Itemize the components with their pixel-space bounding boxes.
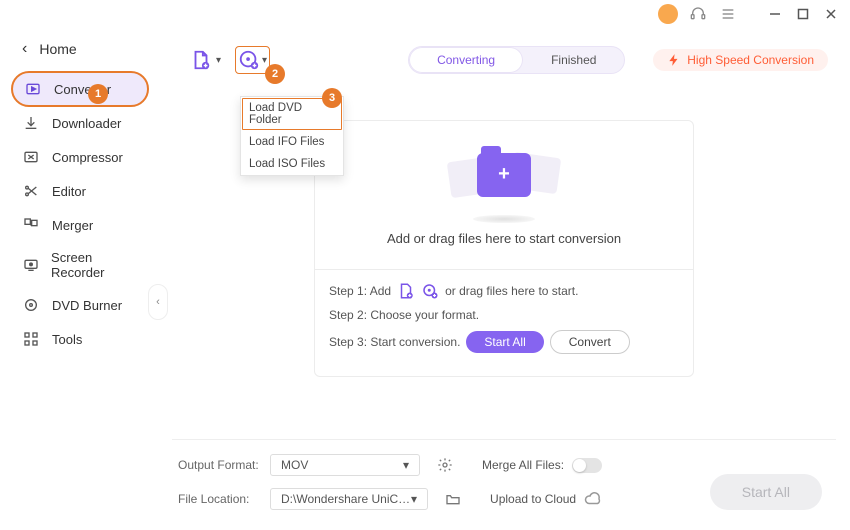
step1-pre: Step 1: Add — [329, 284, 391, 298]
recorder-icon — [22, 256, 39, 274]
sidebar-item-label: Downloader — [52, 116, 121, 131]
load-dvd-dropdown: Load DVD Folder Load IFO Files Load ISO … — [240, 96, 344, 176]
upload-label: Upload to Cloud — [490, 492, 576, 506]
file-location-value: D:\Wondershare UniConverter 1 — [281, 492, 411, 506]
lightning-icon — [667, 53, 681, 67]
add-file-icon[interactable] — [397, 282, 415, 300]
titlebar — [0, 0, 850, 28]
step2: Step 2: Choose your format. — [329, 308, 479, 322]
output-format-select[interactable]: MOV ▾ — [270, 454, 420, 476]
sidebar-item-label: Editor — [52, 184, 86, 199]
compress-icon — [22, 148, 40, 166]
sidebar-item-merger[interactable]: Merger — [0, 208, 158, 242]
add-dvd-icon[interactable] — [421, 282, 439, 300]
steps-panel: Step 1: Add or drag files here to start.… — [315, 269, 693, 376]
file-location-label: File Location: — [178, 492, 260, 506]
annotation-badge-1: 1 — [88, 84, 108, 104]
back-icon[interactable]: ‹ — [22, 40, 27, 58]
high-speed-conversion[interactable]: High Speed Conversion — [653, 49, 828, 71]
sidebar-item-dvd-burner[interactable]: DVD Burner — [0, 288, 158, 322]
chevron-down-icon: ▾ — [403, 458, 409, 472]
convert-button[interactable]: Convert — [550, 330, 630, 354]
output-format-label: Output Format: — [178, 458, 260, 472]
drop-area[interactable]: + Add or drag files here to start conver… — [314, 120, 694, 377]
open-folder-icon[interactable] — [444, 490, 462, 508]
converter-icon — [24, 80, 42, 98]
avatar[interactable] — [658, 4, 678, 24]
merge-icon — [22, 216, 40, 234]
sidebar-collapse-handle[interactable]: ‹ — [148, 284, 168, 320]
menu-icon[interactable] — [718, 4, 738, 24]
sidebar-item-label: Tools — [52, 332, 82, 347]
drop-message: Add or drag files here to start conversi… — [387, 231, 621, 246]
tab-finished[interactable]: Finished — [523, 47, 624, 73]
sidebar-item-label: Compressor — [52, 150, 123, 165]
sidebar-item-downloader[interactable]: Downloader — [0, 106, 158, 140]
sidebar-item-label: DVD Burner — [52, 298, 122, 313]
annotation-badge-3: 3 — [322, 88, 342, 108]
add-folder-icon: + — [477, 153, 531, 197]
file-location-select[interactable]: D:\Wondershare UniConverter 1 ▾ — [270, 488, 428, 510]
sidebar-item-tools[interactable]: Tools — [0, 322, 158, 356]
scissors-icon — [22, 182, 40, 200]
sidebar-item-editor[interactable]: Editor — [0, 174, 158, 208]
sidebar-item-converter[interactable]: Converter — [12, 72, 148, 106]
merge-toggle[interactable] — [572, 458, 602, 473]
home-row[interactable]: ‹ Home — [0, 34, 158, 72]
sidebar: ‹ Home Converter Downloader Compressor — [0, 28, 158, 530]
high-speed-label: High Speed Conversion — [687, 53, 814, 67]
chevron-down-icon: ▾ — [262, 55, 267, 66]
sidebar-item-label: Screen Recorder — [51, 250, 144, 280]
home-label: Home — [39, 41, 76, 57]
disc-icon — [22, 296, 40, 314]
grid-icon — [22, 330, 40, 348]
start-all-button[interactable]: Start All — [710, 474, 822, 510]
headset-icon[interactable] — [688, 4, 708, 24]
start-all-button-small[interactable]: Start All — [466, 331, 543, 353]
sidebar-item-label: Merger — [52, 218, 93, 233]
tab-converting[interactable]: Converting — [409, 47, 523, 73]
folder-illustration: + — [449, 145, 559, 217]
cloud-icon[interactable] — [584, 490, 602, 508]
download-icon — [22, 114, 40, 132]
dropdown-item-load-ifo-files[interactable]: Load IFO Files — [241, 131, 343, 153]
sidebar-item-compressor[interactable]: Compressor — [0, 140, 158, 174]
sidebar-item-screen-recorder[interactable]: Screen Recorder — [0, 242, 158, 288]
output-format-value: MOV — [281, 458, 308, 472]
settings-gear-icon[interactable] — [436, 456, 454, 474]
step1-post: or drag files here to start. — [445, 284, 578, 298]
tab-segment: Converting Finished — [408, 46, 625, 74]
annotation-badge-2: 2 — [265, 64, 285, 84]
footer: Output Format: MOV ▾ Merge All Files: Fi… — [172, 439, 836, 530]
add-file-button[interactable]: ▾ — [190, 49, 221, 71]
window-maximize[interactable] — [794, 5, 812, 23]
step3: Step 3: Start conversion. — [329, 335, 460, 349]
chevron-down-icon: ▾ — [411, 492, 417, 506]
window-close[interactable] — [822, 5, 840, 23]
window-minimize[interactable] — [766, 5, 784, 23]
chevron-down-icon: ▾ — [216, 55, 221, 66]
dropdown-item-load-iso-files[interactable]: Load ISO Files — [241, 153, 343, 175]
merge-label: Merge All Files: — [482, 458, 564, 472]
